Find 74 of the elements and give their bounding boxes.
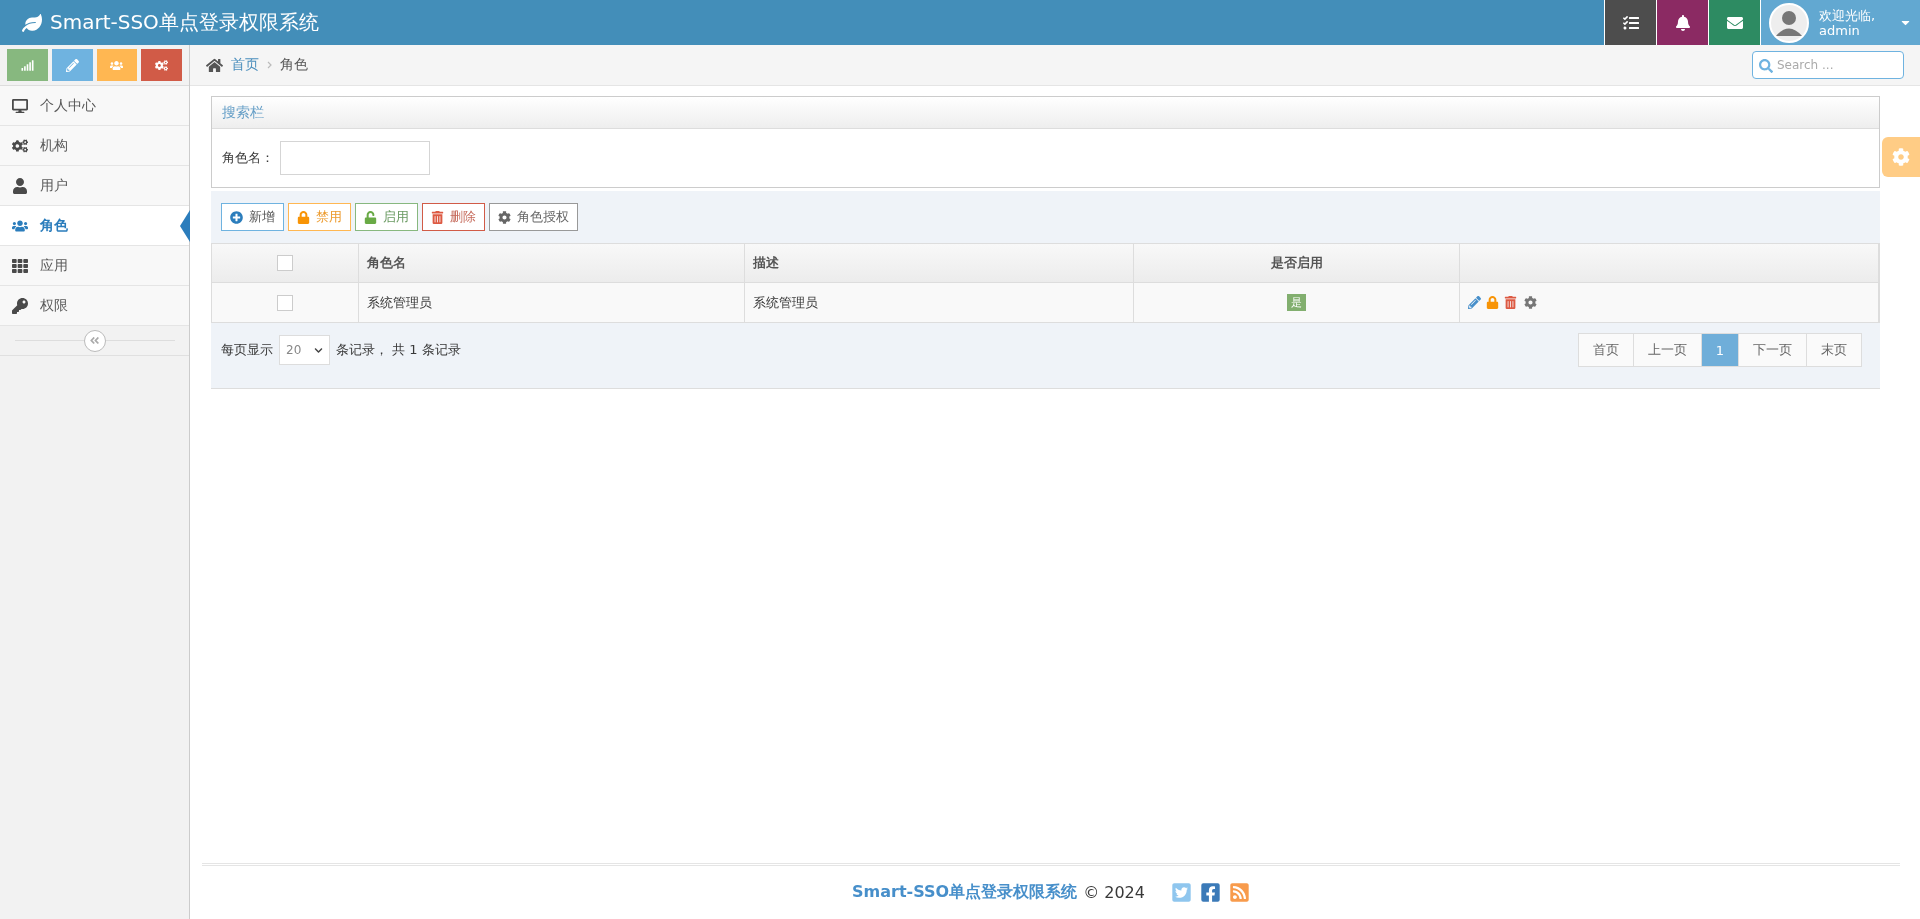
edit-icon[interactable] — [1468, 296, 1481, 309]
twitter-icon[interactable] — [1170, 882, 1192, 903]
sidebar-item[interactable]: 机构 — [0, 126, 189, 166]
sidebar-item[interactable]: 权限 — [0, 286, 189, 326]
signal-icon — [20, 58, 34, 72]
toolbar-button[interactable]: 启用 — [355, 203, 418, 231]
avatar-icon — [1769, 2, 1809, 43]
list-icon — [1622, 14, 1639, 31]
shortcut-button[interactable] — [96, 49, 138, 81]
trash-icon — [431, 210, 444, 224]
shortcut-button[interactable] — [141, 49, 182, 81]
header-button[interactable] — [1708, 0, 1760, 45]
column-header: 角色名 — [359, 243, 745, 283]
lock-icon[interactable] — [1486, 296, 1499, 309]
double-chevron-icon — [89, 335, 100, 346]
settings-button[interactable] — [1882, 137, 1920, 177]
collapse-button[interactable] — [83, 329, 106, 352]
page-button[interactable]: 末页 — [1806, 333, 1862, 367]
lock-icon — [297, 210, 310, 224]
sidebar-item[interactable]: 应用 — [0, 246, 189, 286]
sidebar-item[interactable]: 角色 — [0, 206, 189, 246]
plus-icon — [230, 210, 243, 224]
input-field[interactable] — [280, 141, 430, 175]
breadcrumb-link[interactable]: 首页 — [231, 56, 259, 74]
users-icon — [110, 58, 124, 72]
shortcut-button[interactable] — [7, 49, 48, 81]
page-size-select[interactable]: 20 — [279, 335, 330, 365]
sidebar-item[interactable]: 用户 — [0, 166, 189, 206]
column-header: 是否启用 — [1134, 243, 1460, 283]
status-badge: 是 — [1287, 294, 1306, 311]
page-button[interactable]: 下一页 — [1738, 333, 1807, 367]
copyright: © 2024 — [1083, 883, 1145, 902]
table-cell: 系统管理员 — [745, 283, 1134, 323]
header-button[interactable] — [1656, 0, 1708, 45]
gear-icon — [498, 210, 511, 224]
user-icon — [12, 177, 28, 194]
bell-icon — [1674, 14, 1691, 31]
search-icon — [1759, 59, 1773, 73]
field-label: 角色名： — [222, 149, 274, 167]
gears-icon — [12, 137, 28, 154]
chevron-icon — [314, 345, 323, 355]
key-icon — [12, 297, 28, 314]
unlock-icon — [364, 210, 377, 224]
grid-icon — [12, 257, 28, 274]
record-count: 条记录， 共 1 条记录 — [336, 341, 461, 359]
envelope-icon — [1726, 14, 1743, 31]
checkbox[interactable] — [277, 294, 293, 311]
column-header: 描述 — [745, 243, 1134, 283]
pencil-icon — [65, 58, 79, 72]
trash-icon[interactable] — [1504, 296, 1517, 309]
leaf-icon — [22, 12, 42, 33]
header-button[interactable] — [1604, 0, 1656, 45]
table-cell: 系统管理员 — [359, 283, 745, 323]
search-field[interactable]: Search ... — [1752, 51, 1904, 79]
footer-brand: Smart-SSO单点登录权限系统 — [852, 882, 1078, 903]
page-button[interactable]: 上一页 — [1632, 333, 1702, 367]
toolbar-button[interactable]: 角色授权 — [489, 203, 578, 231]
monitor-icon — [12, 97, 28, 114]
gear-icon — [1892, 148, 1910, 166]
toolbar-button[interactable]: 新增 — [221, 203, 284, 231]
app-title: Smart-SSO单点登录权限系统 — [22, 0, 1604, 45]
breadcrumb-current: 角色 — [280, 56, 308, 74]
gears-icon — [155, 58, 169, 72]
gear-icon[interactable] — [1524, 296, 1537, 309]
page-button[interactable]: 首页 — [1577, 333, 1634, 367]
rss-icon[interactable] — [1228, 882, 1250, 903]
checkbox[interactable] — [277, 255, 293, 271]
shortcut-button[interactable] — [51, 49, 93, 81]
facebook-icon[interactable] — [1199, 882, 1221, 903]
chevron-icon — [267, 61, 272, 69]
sidebar-item[interactable]: 个人中心 — [0, 86, 189, 126]
home-icon — [206, 56, 223, 74]
toolbar-button[interactable]: 删除 — [422, 203, 485, 231]
pager-label: 每页显示 — [221, 341, 273, 359]
